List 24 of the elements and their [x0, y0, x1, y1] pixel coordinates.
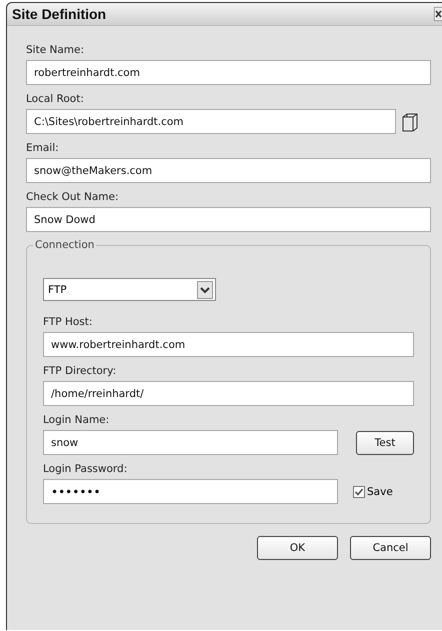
field-label: Local Root:: [26, 92, 84, 106]
test-button[interactable]: Test: [356, 430, 414, 454]
text-field[interactable]: C:\Sites\robertreinhardt.com: [26, 109, 396, 134]
field-label: Login Name:: [43, 413, 110, 427]
text-field[interactable]: /home/rreinhardt/: [43, 381, 414, 406]
password-field[interactable]: •••••••: [43, 479, 338, 504]
text-field[interactable]: snow@theMakers.com: [26, 158, 431, 183]
window-title: Site Definition: [11, 6, 106, 22]
field-label: Email:: [26, 141, 59, 155]
text-field[interactable]: Snow Dowd: [26, 207, 431, 232]
text-field[interactable]: robertreinhardt.com: [26, 60, 431, 85]
checkbox-label: Save: [367, 486, 393, 498]
connection-dropdown[interactable]: FTP: [43, 278, 216, 301]
field-label: FTP Directory:: [43, 364, 116, 378]
cancel-button[interactable]: Cancel: [350, 536, 431, 560]
field-label: FTP Host:: [43, 315, 92, 329]
field-label: Site Name:: [26, 43, 84, 57]
save-checkbox[interactable]: [353, 486, 365, 498]
text-field[interactable]: snow: [43, 430, 338, 455]
field-label: Check Out Name:: [26, 190, 119, 204]
field-label: Login Password:: [43, 462, 128, 476]
ok-button[interactable]: OK: [257, 536, 338, 560]
text-field[interactable]: www.robertreinhardt.com: [43, 332, 414, 357]
close-icon[interactable]: [434, 7, 442, 21]
